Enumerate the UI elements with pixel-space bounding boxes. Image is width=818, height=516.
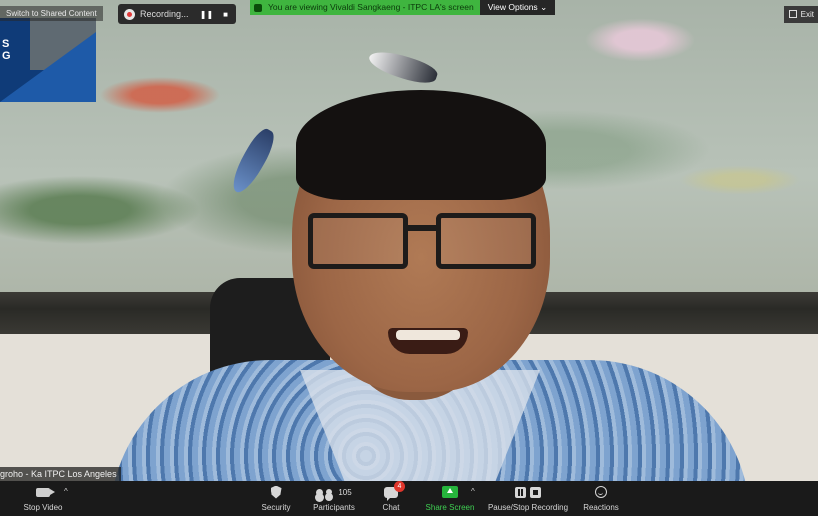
stop-icon xyxy=(530,486,541,498)
share-screen-label: Share Screen xyxy=(425,503,475,512)
viewing-banner: You are viewing Vivaldi Sangkaeng - ITPC… xyxy=(250,0,556,15)
reactions-button[interactable]: Reactions xyxy=(582,481,620,516)
pause-icon xyxy=(515,486,526,498)
security-label: Security xyxy=(261,503,291,512)
stop-video-button[interactable]: Stop Video xyxy=(20,481,66,516)
meeting-toolbar: Stop Video ^ Security 105 Participants 4… xyxy=(0,481,818,516)
exit-label: Exit xyxy=(800,10,814,19)
switch-to-shared-content-button[interactable]: Switch to Shared Content xyxy=(0,6,103,21)
view-options-button[interactable]: View Options ⌄ xyxy=(479,0,556,15)
share-screen-icon xyxy=(442,486,458,498)
share-screen-button[interactable]: Share Screen xyxy=(424,481,476,516)
video-options-caret[interactable]: ^ xyxy=(64,487,68,496)
chat-label: Chat xyxy=(382,503,400,512)
shared-content-thumbnail[interactable]: S G xyxy=(0,18,96,102)
speaker-glasses xyxy=(308,213,540,273)
recording-label: Pause/Stop Recording xyxy=(487,503,569,512)
stop-recording-icon[interactable]: ■ xyxy=(223,10,228,19)
viewing-message: You are viewing Vivaldi Sangkaeng - ITPC… xyxy=(250,0,480,15)
recording-indicator: Recording... ❚❚ ■ xyxy=(118,4,236,24)
share-options-caret[interactable]: ^ xyxy=(471,487,475,496)
chat-unread-badge: 4 xyxy=(394,481,405,492)
screen-share-icon xyxy=(254,3,262,12)
participant-name-label: groho - Ka ITPC Los Angeles xyxy=(0,467,121,481)
smile-icon xyxy=(595,486,607,498)
exit-fullscreen-icon xyxy=(789,10,797,18)
participants-icon xyxy=(316,488,324,496)
video-camera-icon xyxy=(36,487,55,497)
pause-recording-icon[interactable]: ❚❚ xyxy=(200,10,213,19)
security-button[interactable]: Security xyxy=(258,481,294,516)
chat-button[interactable]: 4 Chat xyxy=(378,481,405,516)
participants-button[interactable]: 105 Participants xyxy=(310,481,358,516)
shield-icon xyxy=(270,485,282,499)
participants-label: Participants xyxy=(313,503,355,512)
participant-count: 105 xyxy=(338,487,352,497)
speaker-hair xyxy=(296,90,546,200)
shared-video-feed xyxy=(0,0,818,481)
speaker-teeth xyxy=(396,330,460,340)
chevron-down-icon: ⌄ xyxy=(540,2,548,12)
thumbnail-shape xyxy=(0,32,96,102)
viewing-message-text: You are viewing Vivaldi Sangkaeng - ITPC… xyxy=(268,2,474,12)
view-options-label: View Options xyxy=(487,2,538,12)
recording-status-text: Recording... xyxy=(140,9,189,19)
stop-video-label: Stop Video xyxy=(23,503,63,512)
pause-stop-recording-button[interactable]: Pause/Stop Recording xyxy=(486,481,570,516)
exit-fullscreen-button[interactable]: Exit xyxy=(784,6,818,23)
reactions-label: Reactions xyxy=(583,503,619,512)
thumbnail-text: S G xyxy=(2,38,11,62)
recording-cloud-icon xyxy=(124,8,135,20)
